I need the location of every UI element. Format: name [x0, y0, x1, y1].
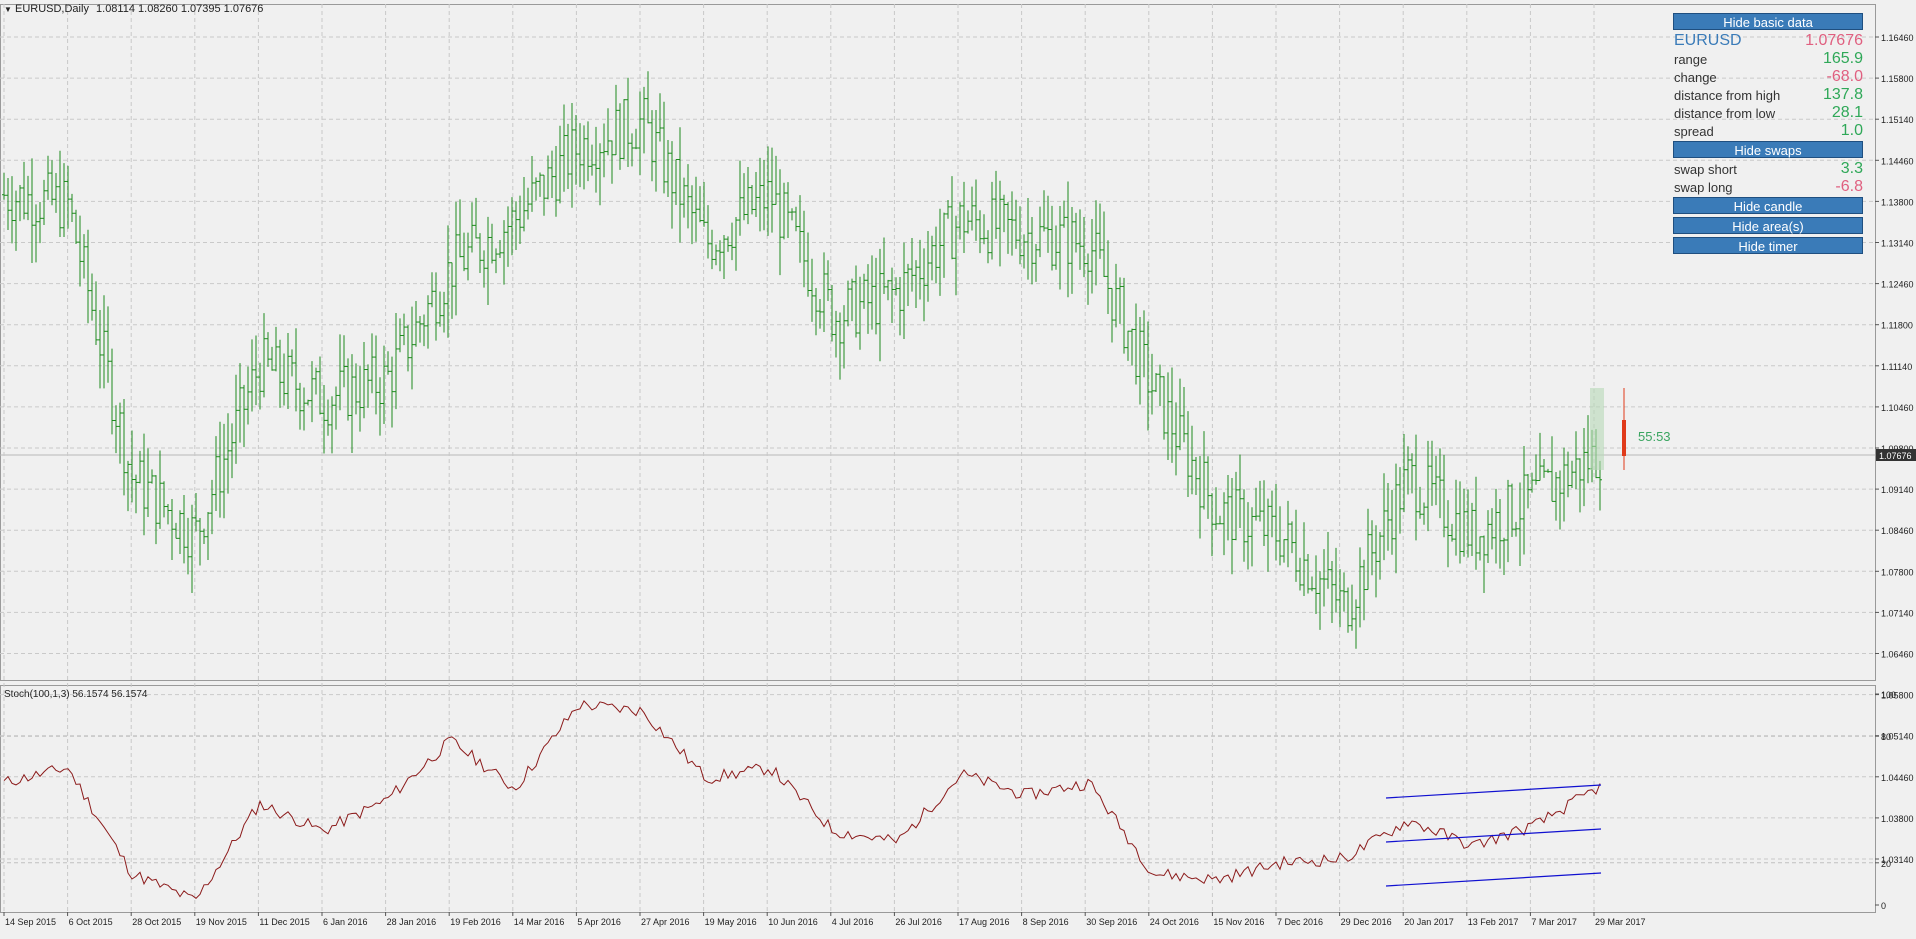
hide-candle-button[interactable]: Hide candle — [1673, 197, 1863, 214]
time-tick-label: 17 Aug 2016 — [959, 917, 1010, 927]
indicator-label: Stoch(100,1,3) 56.1574 56.1574 — [4, 689, 148, 700]
stoch-tick-label: 100 — [1881, 690, 1896, 700]
stochastic-oscillator — [3, 700, 1602, 899]
price-tick-label: 1.08460 — [1881, 526, 1914, 536]
range-value: 165.9 — [1822, 50, 1863, 67]
distance-low-row: distance from low 28.1 — [1673, 104, 1863, 123]
symbol-row: EURUSD 1.07676 — [1673, 32, 1863, 52]
price-tick-label: 1.07800 — [1881, 567, 1914, 577]
range-row: range 165.9 — [1673, 50, 1863, 69]
current-price-label: 1.07676 — [1879, 451, 1912, 461]
symbol-price: 1.07676 — [1805, 32, 1863, 49]
stoch-tick-label: 80 — [1881, 732, 1891, 742]
symbol-name: EURUSD — [1674, 32, 1742, 49]
trend-line-upper — [1385, 784, 1602, 799]
distance-low-label: distance from low — [1674, 106, 1776, 121]
price-bars — [2, 71, 1626, 649]
chart-header: ▼ EURUSD,Daily 1.08114 1.08260 1.07395 1… — [4, 3, 263, 15]
distance-high-label: distance from high — [1674, 88, 1781, 103]
range-label: range — [1674, 52, 1708, 67]
hide-swaps-button[interactable]: Hide swaps — [1673, 141, 1863, 158]
distance-low-value: 28.1 — [1831, 104, 1863, 121]
spread-label: spread — [1674, 124, 1714, 139]
time-tick-label: 27 Apr 2016 — [641, 917, 690, 927]
swap-short-value: 3.3 — [1840, 160, 1863, 177]
trend-line-middle — [1385, 828, 1602, 843]
time-tick-label: 28 Oct 2015 — [132, 917, 181, 927]
price-tick-label: 1.10460 — [1881, 403, 1914, 413]
stoch-tick-label: 20 — [1881, 859, 1891, 869]
change-value: -68.0 — [1826, 68, 1863, 85]
live-candle-body — [1622, 420, 1626, 456]
time-tick-label: 14 Sep 2015 — [5, 917, 56, 927]
time-tick-label: 7 Mar 2017 — [1531, 917, 1577, 927]
distance-high-value: 137.8 — [1822, 86, 1863, 103]
price-tick-label: 1.06460 — [1881, 650, 1914, 660]
price-tick-label: 1.11800 — [1881, 321, 1913, 331]
symbol-timeframe: EURUSD,Daily — [14, 3, 89, 15]
time-tick-label: 28 Jan 2016 — [387, 917, 437, 927]
swap-long-label: swap long — [1674, 180, 1733, 195]
chart-canvas[interactable]: 1.16460 1.15800 1.15140 1.14460 1.13800 1.131… — [0, 0, 1916, 934]
price-tick-label: 1.15140 — [1881, 115, 1914, 125]
hide-timer-button[interactable]: Hide timer — [1673, 237, 1863, 254]
price-tick-label: 1.14460 — [1881, 156, 1914, 166]
time-tick-label: 11 Dec 2015 — [259, 917, 309, 927]
price-tick-label: 1.09140 — [1881, 485, 1914, 495]
hide-areas-button[interactable]: Hide area(s) — [1673, 217, 1863, 234]
swap-long-row: swap long -6.8 — [1673, 178, 1863, 197]
time-tick-label: 7 Dec 2016 — [1277, 917, 1323, 927]
price-tick-label: 1.04460 — [1881, 773, 1914, 783]
time-tick-label: 29 Dec 2016 — [1341, 917, 1392, 927]
ohlc-values: 1.08114 1.08260 1.07395 1.07676 — [96, 3, 264, 15]
time-tick-label: 10 Jun 2016 — [768, 917, 818, 927]
time-tick-label: 4 Jul 2016 — [832, 917, 874, 927]
spread-value: 1.0 — [1840, 122, 1863, 139]
price-tick-label: 1.16460 — [1881, 33, 1914, 43]
time-tick-label: 15 Nov 2016 — [1213, 917, 1264, 927]
time-tick-label: 5 Apr 2016 — [577, 917, 621, 927]
candle-timer: 55:53 — [1638, 429, 1671, 444]
distance-high-row: distance from high 137.8 — [1673, 86, 1863, 105]
swap-long-value: -6.8 — [1835, 178, 1863, 195]
current-range-area — [1590, 388, 1604, 470]
price-tick-label: 1.13800 — [1881, 197, 1914, 207]
swap-short-row: swap short 3.3 — [1673, 160, 1863, 179]
spread-row: spread 1.0 — [1673, 122, 1863, 141]
price-tick-label: 1.15800 — [1881, 74, 1914, 84]
time-tick-label: 14 Mar 2016 — [514, 917, 565, 927]
time-tick-label: 26 Jul 2016 — [895, 917, 942, 927]
swap-short-label: swap short — [1674, 162, 1737, 177]
stochastic-line — [3, 700, 1601, 899]
time-tick-label: 20 Jan 2017 — [1404, 917, 1454, 927]
time-tick-label: 6 Oct 2015 — [69, 917, 113, 927]
change-row: change -68.0 — [1673, 68, 1863, 87]
time-tick-label: 24 Oct 2016 — [1150, 917, 1199, 927]
hide-basic-data-button[interactable]: Hide basic data — [1673, 13, 1863, 30]
change-label: change — [1674, 70, 1717, 85]
price-tick-label: 1.07140 — [1881, 608, 1914, 618]
time-tick-label: 19 Nov 2015 — [196, 917, 247, 927]
price-tick-label: 1.12460 — [1881, 280, 1914, 290]
menu-triangle-icon[interactable]: ▼ — [4, 5, 12, 14]
time-tick-label: 19 Feb 2016 — [450, 917, 501, 927]
time-tick-label: 30 Sep 2016 — [1086, 917, 1137, 927]
time-tick-label: 6 Jan 2016 — [323, 917, 368, 927]
time-tick-label: 8 Sep 2016 — [1023, 917, 1069, 927]
chart-window[interactable]: 1.16460 1.15800 1.15140 1.14460 1.13800 1.131… — [0, 0, 1916, 934]
time-tick-label: 13 Feb 2017 — [1468, 917, 1519, 927]
price-tick-label: 1.11140 — [1881, 362, 1912, 372]
stoch-tick-label: 0 — [1881, 901, 1886, 911]
trend-line-lower — [1385, 872, 1602, 887]
price-tick-label: 1.03800 — [1881, 814, 1914, 824]
price-tick-label: 1.13140 — [1881, 239, 1914, 249]
time-tick-label: 19 May 2016 — [705, 917, 757, 927]
time-tick-label: 29 Mar 2017 — [1595, 917, 1646, 927]
